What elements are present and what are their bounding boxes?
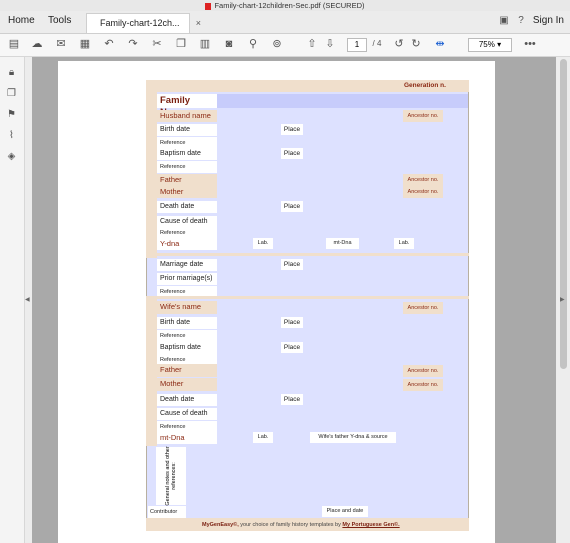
- husband-father-label: Father: [157, 174, 217, 186]
- marriage-date-label: Marriage date: [157, 259, 217, 271]
- separator: [146, 253, 469, 256]
- death-date-label: Death date: [157, 201, 217, 213]
- next-page-icon[interactable]: ⇩: [324, 38, 336, 50]
- husband-ancestor-no-label: Ancestor no.: [403, 110, 443, 122]
- wife-cause-of-death-label: Cause of death: [157, 408, 217, 420]
- clipboard-icon[interactable]: ▥: [199, 38, 211, 50]
- tab-document-label: Family-chart-12ch...: [100, 18, 180, 28]
- snapshot-icon[interactable]: ◙: [223, 38, 235, 50]
- window-title-bar: Family-chart-12children-Sec.pdf (SECURED…: [0, 0, 570, 11]
- copy-icon[interactable]: ❐: [175, 38, 187, 50]
- generation-label: Generation n.: [404, 82, 446, 89]
- tab-document[interactable]: Family-chart-12ch... ×: [86, 13, 201, 33]
- zoom-select[interactable]: 75% ▾: [468, 38, 512, 52]
- wife-birth-date-label: Birth date: [157, 317, 217, 329]
- sign-in-link[interactable]: Sign In: [533, 15, 564, 26]
- tab-tools[interactable]: Tools: [48, 15, 71, 26]
- undo-icon[interactable]: ↶: [103, 38, 115, 50]
- contributor-label: Contributor: [148, 506, 186, 518]
- y-dna-label: Y-dna: [157, 238, 217, 250]
- save-icon[interactable]: ▤: [8, 38, 20, 50]
- scrollbar-thumb[interactable]: [560, 59, 567, 369]
- tab-bar: Home Tools Family-chart-12ch... × ▣ ? Si…: [0, 11, 570, 34]
- prior-marriages-label: Prior marriage(s): [157, 273, 217, 285]
- wife-father-label: Father: [157, 364, 217, 377]
- mt-dna-lab-label: Lab.: [394, 238, 414, 249]
- marriage-place-label: Place: [281, 259, 303, 270]
- tab-home[interactable]: Home: [8, 15, 35, 26]
- baptism-reference-label: Reference: [157, 161, 217, 173]
- collapse-left-arrow-icon[interactable]: ◀: [25, 296, 30, 303]
- help-icon[interactable]: ?: [515, 15, 527, 27]
- lock-icon[interactable]: 🔒︎: [6, 67, 17, 78]
- bookmark-icon[interactable]: ⚑: [6, 109, 17, 120]
- cut-icon[interactable]: ✂: [151, 38, 163, 50]
- fit-page-icon[interactable]: ⇹: [434, 38, 446, 50]
- husband-name-label: Husband name: [157, 110, 217, 122]
- wife-birth-reference-label: Reference: [157, 330, 217, 342]
- page-number-input[interactable]: 1: [347, 38, 367, 52]
- wife-baptism-place-label: Place: [281, 342, 303, 353]
- previous-page-icon[interactable]: ⇧: [306, 38, 318, 50]
- mt-dna-label: mt-Dna: [326, 238, 359, 249]
- place-and-date-label: Place and date: [322, 506, 368, 517]
- general-notes-label: General notes and other references:: [165, 446, 177, 506]
- pages-icon[interactable]: ❐: [6, 88, 17, 99]
- separator: [146, 296, 469, 299]
- wife-father-ydna-label: Wife's father Y-dna & source: [310, 432, 396, 443]
- upload-cloud-icon[interactable]: ☁: [31, 38, 43, 50]
- footer-brand: MyGenEasy©,: [202, 522, 239, 528]
- husband-mother-label: Mother: [157, 186, 217, 198]
- close-tab-icon[interactable]: ×: [196, 14, 201, 33]
- wife-mt-dna-label: mt-Dna: [157, 432, 217, 444]
- page-total: / 4: [372, 39, 382, 48]
- baptism-date-label: Baptism date: [157, 148, 217, 160]
- protect-icon[interactable]: ▦: [79, 38, 91, 50]
- general-notes-field[interactable]: [186, 447, 468, 505]
- binoculars-icon[interactable]: ⊚: [271, 38, 283, 50]
- layers-icon[interactable]: ◈: [6, 151, 17, 162]
- rotate-ccw-icon[interactable]: ↺: [393, 38, 405, 50]
- family-name-field[interactable]: [217, 94, 468, 108]
- wife-baptism-date-label: Baptism date: [157, 342, 217, 354]
- family-name-label: Family Name: [157, 94, 217, 118]
- baptism-place-label: Place: [281, 148, 303, 159]
- wife-birth-place-label: Place: [281, 317, 303, 328]
- footer-author: My Portuguese Gen©.: [342, 522, 400, 528]
- redo-icon[interactable]: ↷: [127, 38, 139, 50]
- wife-mother-ancestor-no: Ancestor no.: [403, 379, 443, 391]
- wife-death-date-label: Death date: [157, 394, 217, 406]
- death-place-label: Place: [281, 201, 303, 212]
- expand-right-arrow-icon[interactable]: ▶: [560, 296, 565, 303]
- general-notes-label-box: General notes and other references:: [156, 446, 186, 506]
- birth-place-label: Place: [281, 124, 303, 135]
- more-options-icon[interactable]: •••: [522, 38, 538, 50]
- email-icon[interactable]: ✉: [55, 38, 67, 50]
- wife-name-label: Wife's name: [157, 301, 217, 314]
- husband-father-ancestor-no: Ancestor no.: [403, 174, 443, 186]
- footer-middle: your choice of family history templates …: [240, 522, 341, 528]
- comment-icon[interactable]: ▣: [498, 15, 510, 27]
- y-dna-lab-label: Lab.: [253, 238, 273, 249]
- pdf-file-icon: [205, 2, 212, 10]
- search-icon[interactable]: ⚲: [247, 38, 259, 50]
- birth-date-label: Birth date: [157, 124, 217, 136]
- left-margin-husband: [146, 92, 157, 258]
- window-title: Family-chart-12children-Sec.pdf (SECURED…: [214, 1, 365, 10]
- wife-mother-label: Mother: [157, 378, 217, 391]
- footer-text: MyGenEasy©, your choice of family histor…: [202, 522, 400, 528]
- wife-death-place-label: Place: [281, 394, 303, 405]
- toolbar: ▤ ☁ ✉ ▦ ↶ ↷ ✂ ❐ ▥ ◙ ⚲ ⊚ ⇧ ⇩ 1 / 4 ↺ ↻ ⇹ …: [0, 34, 570, 57]
- wife-mt-dna-lab-label: Lab.: [253, 432, 273, 443]
- wife-father-ancestor-no: Ancestor no.: [403, 365, 443, 377]
- wife-ancestor-no-label: Ancestor no.: [403, 302, 443, 314]
- husband-mother-ancestor-no: Ancestor no.: [403, 186, 443, 198]
- attachment-icon[interactable]: ⌇: [6, 130, 17, 141]
- left-margin-wife: [146, 296, 157, 446]
- zoom-value: 75%: [478, 40, 495, 49]
- rotate-cw-icon[interactable]: ↻: [410, 38, 422, 50]
- left-sidebar: 🔒︎ ❐ ⚑ ⌇ ◈: [0, 57, 25, 543]
